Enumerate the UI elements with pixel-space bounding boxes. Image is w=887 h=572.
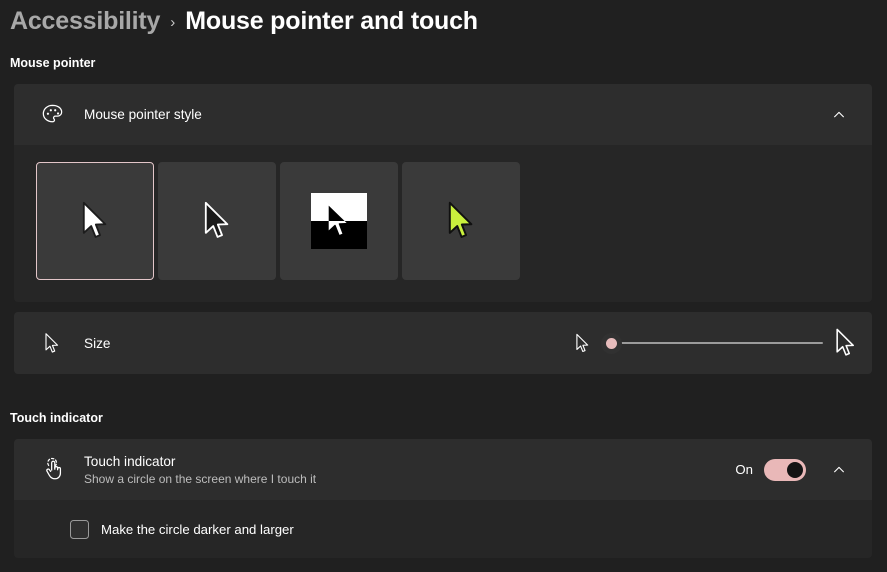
pointer-option-white[interactable] bbox=[36, 162, 154, 280]
breadcrumb: Accessibility › Mouse pointer and touch bbox=[10, 2, 478, 40]
toggle-knob bbox=[787, 462, 803, 478]
pointer-size-slider[interactable] bbox=[601, 330, 823, 356]
page-title: Mouse pointer and touch bbox=[185, 7, 478, 36]
pointer-option-black[interactable] bbox=[158, 162, 276, 280]
pointer-size-slider-group bbox=[574, 312, 858, 374]
palette-icon bbox=[28, 102, 76, 127]
chevron-right-icon: › bbox=[170, 15, 175, 30]
touch-hand-icon bbox=[28, 457, 76, 482]
cursor-small-icon bbox=[28, 332, 76, 355]
touch-indicator-text: Touch indicator Show a circle on the scr… bbox=[84, 454, 316, 486]
slider-track bbox=[611, 342, 823, 345]
section-header-touch-indicator: Touch indicator bbox=[10, 411, 103, 425]
pointer-option-custom[interactable] bbox=[402, 162, 520, 280]
darker-larger-circle-row[interactable]: Make the circle darker and larger bbox=[70, 520, 294, 539]
slider-thumb[interactable] bbox=[601, 333, 622, 354]
touch-indicator-toggle[interactable] bbox=[764, 459, 806, 481]
chevron-up-icon[interactable] bbox=[828, 104, 850, 126]
touch-indicator-header[interactable]: Touch indicator Show a circle on the scr… bbox=[14, 439, 872, 501]
pointer-size-card: Size bbox=[14, 312, 872, 374]
mouse-pointer-style-title: Mouse pointer style bbox=[84, 107, 202, 122]
touch-indicator-toggle-group: On bbox=[735, 459, 806, 481]
darker-larger-circle-checkbox[interactable] bbox=[70, 520, 89, 539]
cursor-large-icon bbox=[833, 327, 858, 359]
pointer-size-label: Size bbox=[84, 336, 110, 351]
toggle-state-label: On bbox=[735, 462, 753, 477]
pointer-option-inverted[interactable] bbox=[280, 162, 398, 280]
cursor-small-icon bbox=[574, 333, 591, 354]
breadcrumb-root-link[interactable]: Accessibility bbox=[10, 7, 160, 36]
touch-indicator-body: Make the circle darker and larger bbox=[14, 501, 872, 558]
chevron-up-icon[interactable] bbox=[828, 459, 850, 481]
touch-indicator-card: Touch indicator Show a circle on the scr… bbox=[14, 439, 872, 558]
touch-indicator-title: Touch indicator bbox=[84, 454, 316, 469]
mouse-pointer-style-options bbox=[14, 146, 872, 302]
touch-indicator-description: Show a circle on the screen where I touc… bbox=[84, 472, 316, 486]
darker-larger-circle-label: Make the circle darker and larger bbox=[101, 522, 294, 537]
section-header-mouse-pointer: Mouse pointer bbox=[10, 56, 95, 70]
mouse-pointer-style-header[interactable]: Mouse pointer style bbox=[14, 84, 872, 146]
mouse-pointer-style-card: Mouse pointer style bbox=[14, 84, 872, 302]
